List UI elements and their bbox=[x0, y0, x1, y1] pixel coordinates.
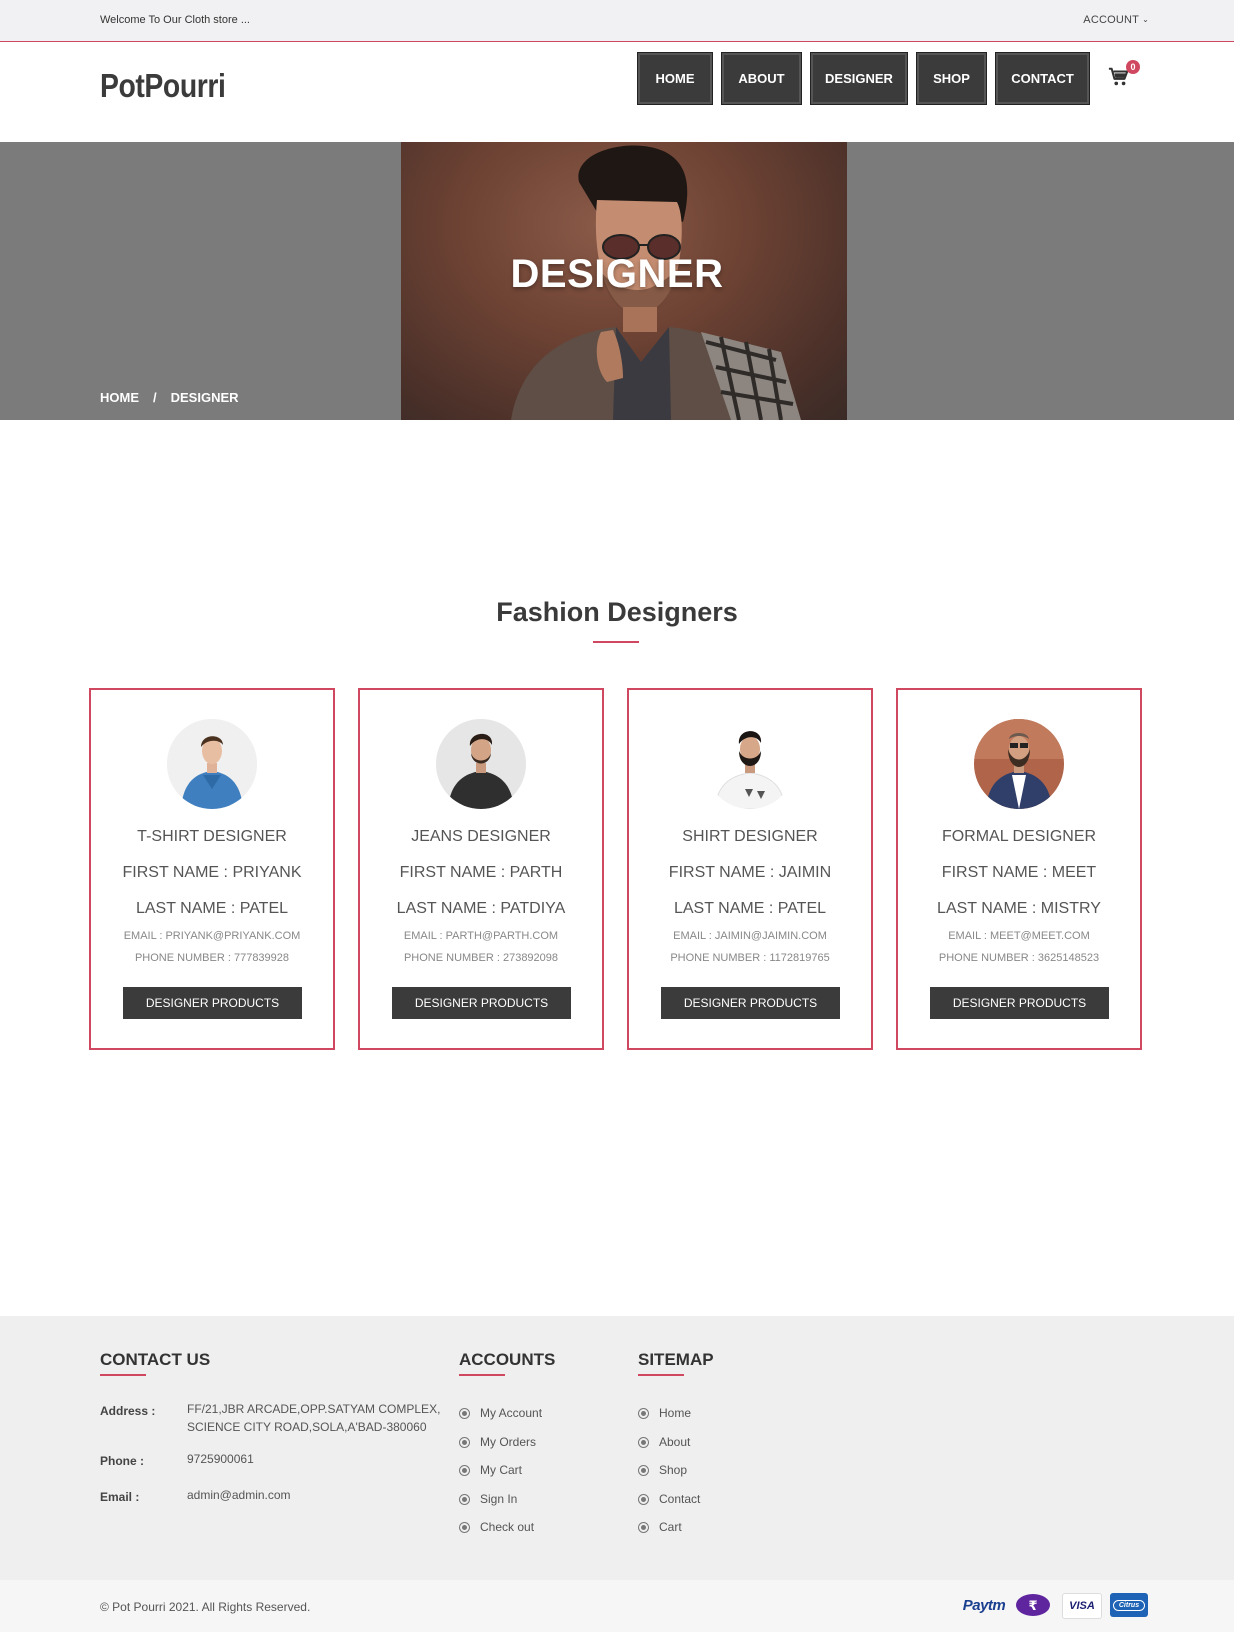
phone-label: Phone : bbox=[100, 1454, 144, 1468]
designer-email: EMAIL : PRIYANK@PRIYANK.COM bbox=[123, 930, 301, 942]
footer-link-my-orders[interactable]: My Orders bbox=[459, 1435, 542, 1464]
footer-link-contact[interactable]: Contact bbox=[638, 1492, 700, 1521]
account-dropdown[interactable]: ACCOUNT ⌄ bbox=[1083, 14, 1149, 26]
address-line-1: FF/21,JBR ARCADE,OPP.SATYAM COMPLEX, bbox=[187, 1402, 441, 1416]
accounts-list: My Account My Orders My Cart Sign In Che… bbox=[459, 1406, 542, 1549]
footer-heading-underline bbox=[638, 1374, 684, 1376]
bullet-icon bbox=[638, 1436, 649, 1448]
designer-card: FORMAL DESIGNER FIRST NAME : MEET LAST N… bbox=[896, 688, 1142, 1050]
site-logo[interactable]: PotPourri bbox=[100, 67, 226, 105]
paytm-icon: Paytm bbox=[962, 1596, 1006, 1614]
designer-last-name: LAST NAME : MISTRY bbox=[937, 900, 1101, 917]
designer-phone: PHONE NUMBER : 1172819765 bbox=[670, 952, 830, 964]
phonepe-icon: ₹ bbox=[1015, 1593, 1051, 1617]
nav-home[interactable]: HOME bbox=[637, 52, 713, 105]
visa-icon: VISA bbox=[1062, 1593, 1102, 1619]
top-bar: Welcome To Our Cloth store ... ACCOUNT ⌄ bbox=[0, 0, 1234, 42]
footer-heading-underline bbox=[100, 1374, 146, 1376]
designer-first-name: FIRST NAME : PRIYANK bbox=[122, 864, 302, 881]
breadcrumb-separator: / bbox=[153, 390, 157, 405]
breadcrumb: HOME / DESIGNER bbox=[100, 390, 239, 405]
designer-products-button[interactable]: DESIGNER PRODUCTS bbox=[123, 987, 302, 1019]
footer-contact-heading: CONTACT US bbox=[100, 1350, 211, 1369]
bullet-icon bbox=[638, 1522, 649, 1533]
email-value[interactable]: admin@admin.com bbox=[187, 1486, 291, 1504]
designer-card: JEANS DESIGNER FIRST NAME : PARTH LAST N… bbox=[358, 688, 604, 1050]
footer-link-check-out[interactable]: Check out bbox=[459, 1520, 542, 1549]
sitemap-list: Home About Shop Contact Cart bbox=[638, 1406, 700, 1549]
designer-first-name: FIRST NAME : PARTH bbox=[399, 864, 563, 881]
breadcrumb-home[interactable]: HOME bbox=[100, 390, 139, 405]
designer-phone: PHONE NUMBER : 777839928 bbox=[134, 952, 290, 964]
site-footer: CONTACT US Address : FF/21,JBR ARCADE,OP… bbox=[0, 1316, 1234, 1580]
bullet-icon bbox=[459, 1493, 470, 1505]
designer-avatar bbox=[167, 719, 257, 809]
footer-link-my-cart[interactable]: My Cart bbox=[459, 1463, 542, 1492]
designer-role: JEANS DESIGNER bbox=[411, 828, 551, 845]
footer-heading-underline bbox=[459, 1374, 505, 1376]
designer-first-name: FIRST NAME : MEET bbox=[941, 864, 1097, 881]
breadcrumb-current: DESIGNER bbox=[170, 390, 239, 405]
nav-shop[interactable]: SHOP bbox=[916, 52, 987, 105]
svg-text:₹: ₹ bbox=[1028, 1599, 1037, 1614]
bullet-icon bbox=[638, 1408, 649, 1419]
bullet-icon bbox=[459, 1436, 470, 1448]
citrus-icon: Citrus bbox=[1110, 1593, 1148, 1617]
nav-contact[interactable]: CONTACT bbox=[995, 52, 1090, 105]
footer-link-sign-in[interactable]: Sign In bbox=[459, 1492, 542, 1521]
copyright-bar: © Pot Pourri 2021. All Rights Reserved. … bbox=[0, 1580, 1234, 1632]
nav-about[interactable]: ABOUT bbox=[721, 52, 802, 105]
footer-sitemap-heading: SITEMAP bbox=[638, 1350, 714, 1369]
footer-link-shop[interactable]: Shop bbox=[638, 1463, 700, 1492]
designer-phone: PHONE NUMBER : 273892098 bbox=[403, 952, 559, 964]
designer-products-button[interactable]: DESIGNER PRODUCTS bbox=[661, 987, 840, 1019]
footer-link-about[interactable]: About bbox=[638, 1435, 700, 1464]
address-label: Address : bbox=[100, 1404, 156, 1418]
designer-role: SHIRT DESIGNER bbox=[682, 828, 818, 845]
section-title: Fashion Designers bbox=[496, 597, 738, 627]
designer-role: T-SHIRT DESIGNER bbox=[137, 828, 287, 845]
footer-link-my-account[interactable]: My Account bbox=[459, 1406, 542, 1435]
bullet-icon bbox=[638, 1465, 649, 1476]
designer-role: FORMAL DESIGNER bbox=[941, 828, 1097, 845]
designer-avatar bbox=[974, 719, 1064, 809]
nav-designer[interactable]: DESIGNER bbox=[810, 52, 908, 105]
designer-card: SHIRT DESIGNER FIRST NAME : JAIMIN LAST … bbox=[627, 688, 873, 1050]
designer-email: EMAIL : MEET@MEET.COM bbox=[948, 930, 1090, 942]
designer-email: EMAIL : JAIMIN@JAIMIN.COM bbox=[673, 930, 827, 942]
designer-avatar bbox=[436, 719, 526, 809]
phone-value: 9725900061 bbox=[187, 1452, 254, 1466]
bullet-icon bbox=[459, 1522, 470, 1533]
cart-count-badge: 0 bbox=[1126, 60, 1140, 74]
designer-email: EMAIL : PARTH@PARTH.COM bbox=[403, 930, 559, 942]
bullet-icon bbox=[638, 1493, 649, 1505]
footer-link-home[interactable]: Home bbox=[638, 1406, 700, 1435]
designer-last-name: LAST NAME : PATDIYA bbox=[396, 900, 566, 917]
main-nav: HOME ABOUT DESIGNER SHOP CONTACT bbox=[637, 52, 1098, 105]
page-banner: DESIGNER HOME / DESIGNER bbox=[0, 142, 1234, 420]
designer-card: T-SHIRT DESIGNER FIRST NAME : PRIYANK LA… bbox=[89, 688, 335, 1050]
account-label: ACCOUNT bbox=[1083, 14, 1140, 26]
address-line-2: SCIENCE CITY ROAD,SOLA,A'BAD-380060 bbox=[187, 1420, 427, 1434]
designer-first-name: FIRST NAME : JAIMIN bbox=[668, 864, 832, 881]
footer-link-cart[interactable]: Cart bbox=[638, 1520, 700, 1549]
designer-phone: PHONE NUMBER : 3625148523 bbox=[938, 952, 1100, 964]
email-label: Email : bbox=[100, 1490, 140, 1504]
chevron-down-icon: ⌄ bbox=[1142, 15, 1149, 24]
copyright-text: © Pot Pourri 2021. All Rights Reserved. bbox=[100, 1600, 311, 1614]
bullet-icon bbox=[459, 1465, 470, 1476]
designer-products-button[interactable]: DESIGNER PRODUCTS bbox=[930, 987, 1109, 1019]
cart-button[interactable]: 0 bbox=[1108, 60, 1140, 92]
title-underline bbox=[593, 641, 639, 643]
designer-avatar bbox=[705, 719, 795, 809]
designer-last-name: LAST NAME : PATEL bbox=[135, 900, 289, 917]
designer-last-name: LAST NAME : PATEL bbox=[673, 900, 827, 917]
footer-accounts-heading: ACCOUNTS bbox=[459, 1350, 556, 1369]
site-header: PotPourri HOME ABOUT DESIGNER SHOP CONTA… bbox=[0, 42, 1234, 142]
bullet-icon bbox=[459, 1408, 470, 1419]
welcome-text: Welcome To Our Cloth store ... bbox=[100, 14, 250, 26]
designer-products-button[interactable]: DESIGNER PRODUCTS bbox=[392, 987, 571, 1019]
banner-title: DESIGNER bbox=[510, 252, 724, 296]
